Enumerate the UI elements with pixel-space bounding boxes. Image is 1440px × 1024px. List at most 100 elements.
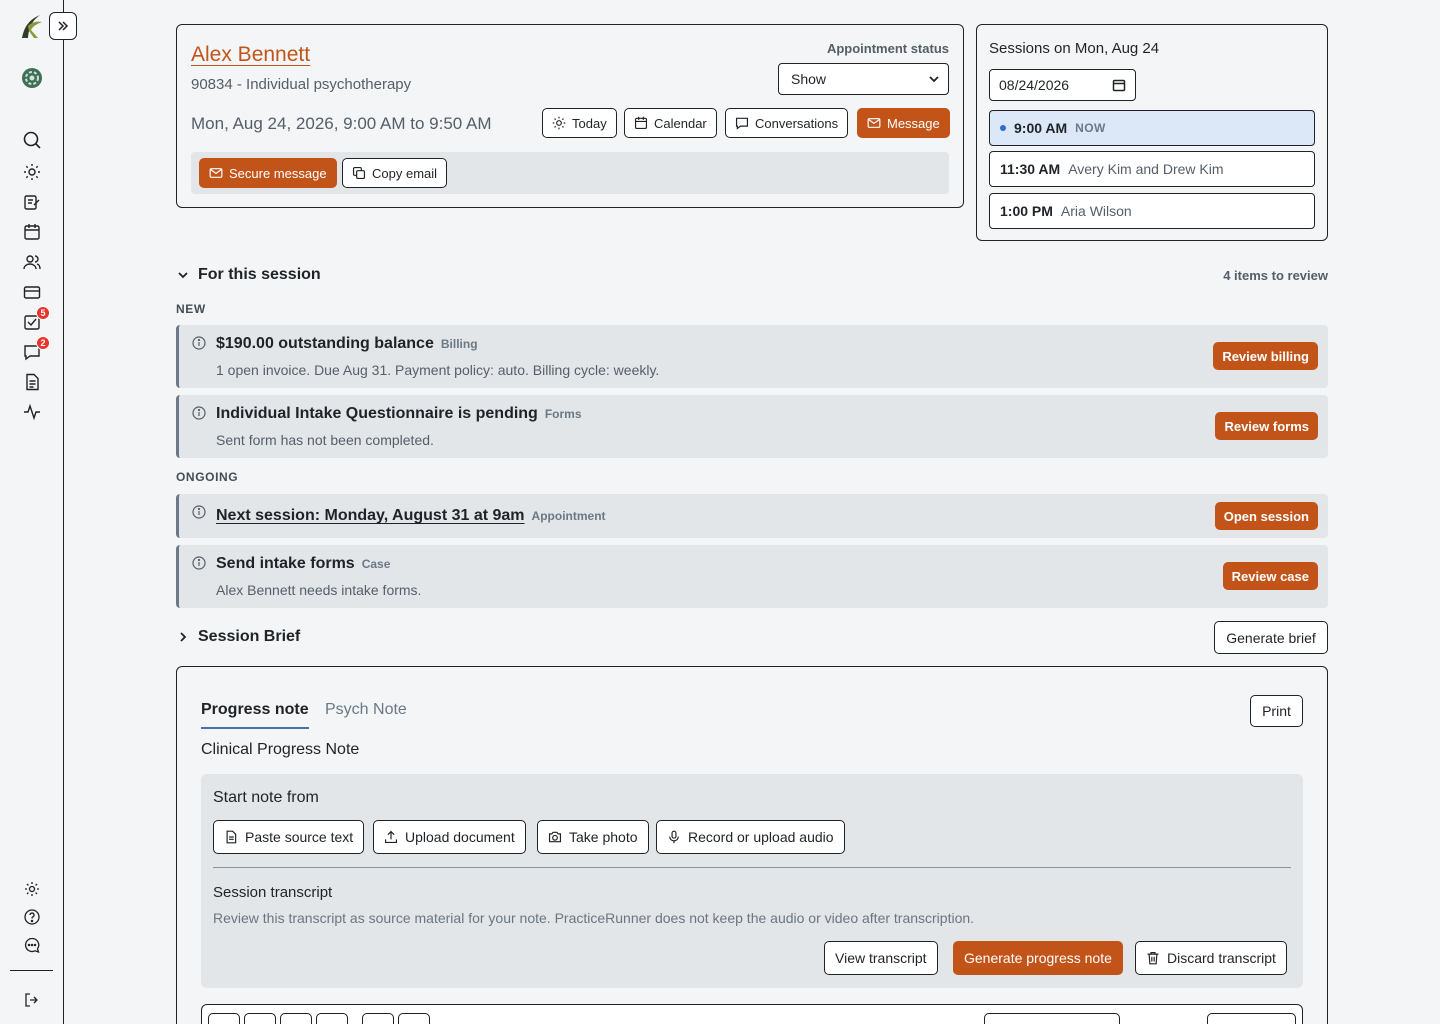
client-name-link[interactable]: Alex Bennett — [191, 43, 310, 67]
numbered-list-button[interactable] — [316, 1013, 348, 1024]
note-card: Progress note Psych Note Print Clinical … — [176, 666, 1328, 1024]
item-tag: Case — [361, 557, 391, 571]
appointment-status-select[interactable]: Show — [778, 63, 949, 95]
microphone-icon — [669, 830, 679, 844]
slot-now-label: NOW — [1075, 121, 1106, 135]
info-icon — [192, 406, 206, 420]
tasks-icon[interactable]: 5 — [22, 306, 50, 332]
review-item: Individual Intake Questionnaire is pendi… — [176, 395, 1328, 458]
messages-icon[interactable]: 2 — [22, 336, 50, 362]
editor-toolbar — [201, 1004, 1303, 1024]
documents-icon[interactable] — [22, 372, 42, 392]
open-session-button[interactable]: Open session — [1214, 502, 1318, 530]
upload-document-label: Upload document — [405, 829, 515, 845]
appointment-status-label: Appointment status — [826, 41, 949, 56]
app-logo[interactable] — [18, 12, 46, 40]
calendar-button[interactable]: Calendar — [624, 108, 717, 138]
info-icon — [192, 556, 206, 570]
session-slot[interactable]: 1:00 PM Aria Wilson — [989, 193, 1315, 229]
session-slot[interactable]: 9:00 AM NOW — [989, 110, 1315, 146]
undo-button[interactable] — [362, 1013, 394, 1024]
panel-divider — [213, 867, 1291, 868]
paste-source-button[interactable]: Paste source text — [213, 820, 365, 854]
item-title-text: $190.00 outstanding balance — [216, 335, 434, 352]
review-item: Next session: Monday, August 31 at 9am A… — [176, 494, 1328, 538]
current-dot-icon — [1000, 125, 1006, 131]
help-icon[interactable] — [22, 907, 42, 927]
clients-icon[interactable] — [22, 252, 42, 272]
item-title-text: Individual Intake Questionnaire is pendi… — [216, 405, 538, 422]
tab-psych-note[interactable]: Psych Note — [325, 701, 407, 719]
tab-progress-note[interactable]: Progress note — [201, 701, 309, 719]
document-icon — [226, 830, 237, 844]
bold-button[interactable] — [208, 1013, 240, 1024]
review-case-button[interactable]: Review case — [1222, 562, 1318, 590]
view-transcript-button[interactable]: View transcript — [824, 941, 938, 975]
settings-icon[interactable] — [22, 879, 42, 899]
calendar-label: Calendar — [654, 115, 707, 131]
generate-brief-button[interactable]: Generate brief — [1214, 621, 1328, 654]
status-value: Show — [791, 71, 827, 87]
session-slot[interactable]: 11:30 AM Avery Kim and Drew Kim — [989, 151, 1315, 187]
expand-sidebar-button[interactable] — [49, 12, 77, 40]
camera-icon — [548, 831, 562, 843]
record-audio-button[interactable]: Record or upload audio — [656, 820, 845, 854]
today-sun-icon[interactable] — [22, 162, 42, 182]
session-date-value: 08/24/2026 — [999, 77, 1070, 93]
slot-time: 1:00 PM — [1000, 203, 1053, 219]
chevron-down-icon — [929, 76, 939, 83]
record-audio-label: Record or upload audio — [688, 829, 834, 845]
feedback-chat-icon[interactable] — [22, 935, 42, 955]
sessions-card: Sessions on Mon, Aug 24 08/24/2026 9:00 … — [976, 24, 1328, 241]
logout-icon[interactable] — [22, 990, 42, 1010]
review-count: 4 items to review — [1223, 268, 1328, 283]
calendar-icon[interactable] — [22, 222, 42, 242]
billing-card-icon[interactable] — [22, 282, 42, 302]
message-button[interactable]: Message — [857, 108, 950, 138]
org-gear-icon[interactable] — [20, 66, 44, 90]
notes-edit-icon[interactable] — [22, 192, 42, 212]
activity-icon[interactable] — [22, 402, 42, 422]
session-brief-toggle[interactable]: Session Brief — [176, 628, 300, 646]
group-label-ongoing: ONGOING — [176, 470, 239, 484]
slot-time: 11:30 AM — [1000, 161, 1061, 177]
item-tag: Appointment — [531, 509, 606, 523]
discard-transcript-label: Discard transcript — [1167, 950, 1276, 966]
contact-actions-bar: Secure message Copy email — [191, 152, 949, 194]
secure-message-button[interactable]: Secure message — [199, 158, 337, 188]
active-tab-indicator — [201, 727, 309, 729]
take-photo-button[interactable]: Take photo — [537, 820, 649, 854]
session-date-input[interactable]: 08/24/2026 — [989, 69, 1136, 101]
note-heading: Clinical Progress Note — [201, 741, 360, 758]
secure-message-label: Secure message — [229, 165, 327, 181]
print-button[interactable]: Print — [1250, 695, 1303, 727]
discard-transcript-button[interactable]: Discard transcript — [1135, 941, 1287, 975]
note-tools-select[interactable] — [1207, 1013, 1296, 1024]
slot-time: 9:00 AM — [1014, 120, 1068, 136]
search-icon[interactable] — [22, 130, 42, 150]
message-label: Message — [887, 115, 940, 131]
today-button[interactable]: Today — [542, 108, 617, 138]
review-item: Send intake forms Case Alex Bennett need… — [176, 545, 1328, 608]
brief-title: Session Brief — [198, 628, 301, 645]
review-item-title: $190.00 outstanding balance Billing — [216, 335, 478, 353]
upload-document-button[interactable]: Upload document — [373, 820, 526, 854]
slot-client: Avery Kim and Drew Kim — [1068, 161, 1224, 177]
sun-icon — [552, 116, 566, 130]
review-billing-button[interactable]: Review billing — [1213, 342, 1318, 370]
review-forms-button[interactable]: Review forms — [1215, 412, 1318, 440]
block-style-select[interactable] — [984, 1013, 1120, 1024]
item-title-text: Send intake forms — [216, 555, 355, 572]
for-this-session-toggle[interactable]: For this session — [176, 266, 321, 284]
trash-icon — [1147, 951, 1159, 965]
bullet-list-button[interactable] — [280, 1013, 312, 1024]
conversations-button[interactable]: Conversations — [725, 108, 849, 138]
redo-button[interactable] — [398, 1013, 430, 1024]
generate-progress-note-button[interactable]: Generate progress note — [953, 941, 1123, 975]
slot-client: Aria Wilson — [1060, 203, 1132, 219]
start-note-title: Start note from — [213, 789, 319, 806]
copy-email-button[interactable]: Copy email — [342, 158, 448, 188]
sidebar: 5 2 — [0, 0, 64, 1024]
next-session-link[interactable]: Next session: Monday, August 31 at 9am — [216, 507, 525, 525]
italic-button[interactable] — [244, 1013, 276, 1024]
